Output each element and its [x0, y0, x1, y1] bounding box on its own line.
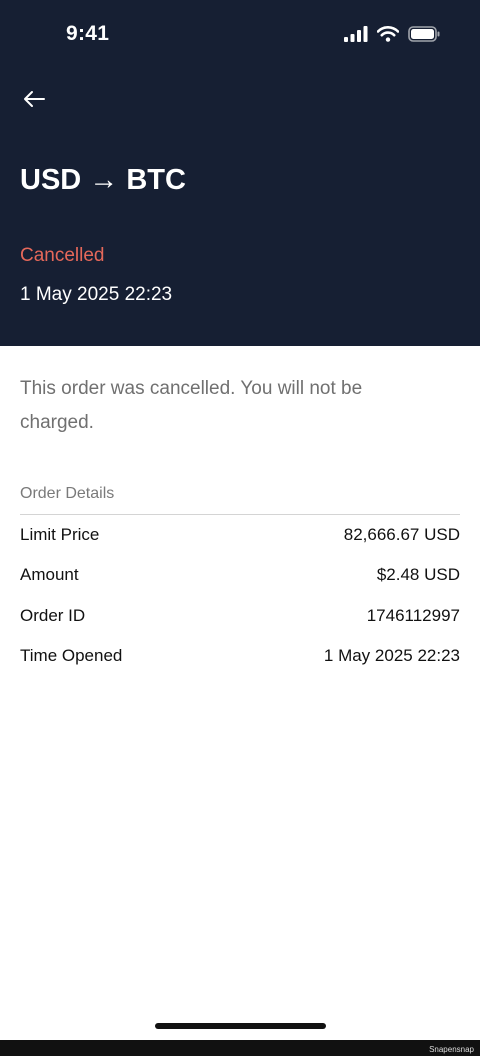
- detail-label: Limit Price: [20, 525, 100, 544]
- signal-icon: [344, 26, 368, 42]
- detail-value: $2.48 USD: [376, 565, 460, 584]
- section-divider: [20, 514, 460, 515]
- watermark-text: Snapensnap: [429, 1045, 474, 1054]
- order-details-label: Order Details: [20, 485, 115, 502]
- detail-value: 1746112997: [366, 606, 460, 625]
- arrow-left-icon: [24, 91, 45, 107]
- wifi-icon: [377, 26, 399, 42]
- detail-value: 82,666.67 USD: [343, 525, 460, 544]
- status-bar-time: 9:41: [66, 22, 110, 45]
- detail-label: Order ID: [20, 606, 86, 625]
- status-bar-icons: [344, 26, 440, 42]
- detail-row-order-id: Order ID 1746112997: [20, 604, 460, 628]
- order-status: Cancelled: [20, 245, 105, 266]
- detail-row-amount: Amount $2.48 USD: [20, 563, 460, 587]
- back-button[interactable]: [18, 84, 50, 114]
- detail-row-time-opened: Time Opened 1 May 2025 22:23: [20, 644, 460, 668]
- cancel-notice: This order was cancelled. You will not b…: [20, 378, 363, 433]
- footer-bar: [0, 1040, 480, 1056]
- order-date: 1 May 2025 22:23: [20, 284, 173, 305]
- home-indicator[interactable]: [155, 1023, 326, 1029]
- page-title: USD → BTC: [20, 164, 186, 196]
- detail-value: 1 May 2025 22:23: [323, 646, 460, 665]
- detail-label: Time Opened: [20, 646, 123, 665]
- battery-icon: [408, 26, 440, 42]
- order-header: 9:41 USD → BTC Cancelled 1 May 2025 22:2…: [0, 0, 480, 346]
- detail-row-limit-price: Limit Price 82,666.67 USD: [20, 523, 460, 547]
- detail-label: Amount: [20, 565, 79, 584]
